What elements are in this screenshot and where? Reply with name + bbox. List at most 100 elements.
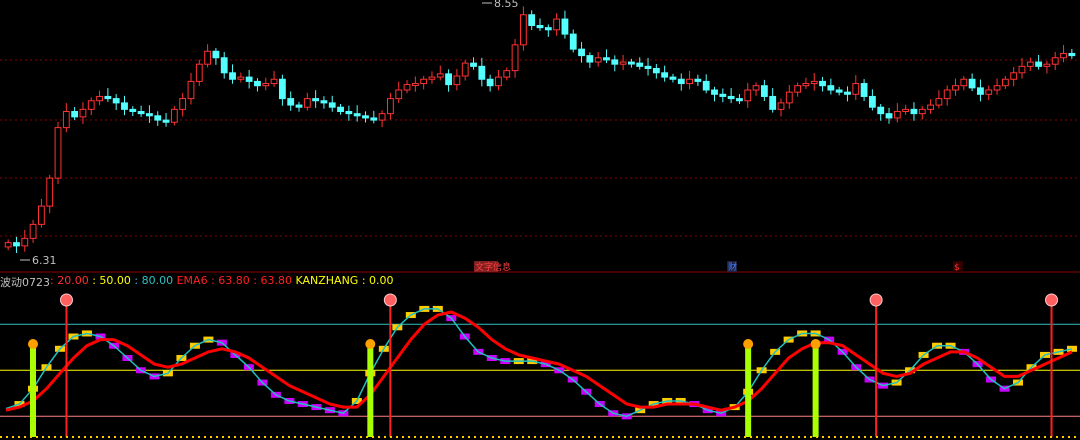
candle-down [254,80,261,87]
candle-down [478,65,486,80]
candle-down [1068,52,1076,57]
candle-down [578,48,585,57]
event-marker-text: $ [954,263,960,273]
candle-up [852,83,860,95]
candle-up [79,108,87,118]
candle-up [902,108,910,112]
candle-up [87,100,95,110]
event-marker[interactable]: 财 [727,261,737,273]
candle-up [46,177,54,207]
candle-down [628,61,635,65]
candle-down [312,98,320,102]
candle-up [810,80,818,85]
candle-down [320,100,328,104]
candle-down [860,83,868,97]
legend-item: : 63.80 [249,274,292,287]
candle-down [611,59,619,65]
candle-down [528,14,536,26]
candle-down [736,98,743,102]
candle-up [619,61,627,65]
event-marker[interactable]: 文字信息 [474,261,511,273]
candle-down [137,111,145,115]
candle-down [328,102,336,108]
ema6-line [5,310,1073,412]
oscillator-lines [5,308,1073,418]
legend-item: : 80.00 [130,274,174,287]
candle-down [146,113,153,117]
candle-down [362,115,369,119]
candle-up [395,89,403,100]
candle-up [1026,61,1034,67]
buy-signal-icon [810,339,821,349]
candle-down [162,119,170,123]
candle-down [694,78,702,82]
indicator-legend: 波动0723 : 20.00 : 50.00 : 80.00 EMA6 : 63… [0,274,394,290]
event-marker-text: 财 [728,261,737,273]
candle-down [569,33,577,50]
candle-up [387,98,394,115]
osc-fast-line [5,308,1073,418]
candle-up [29,223,37,239]
candle-up [195,63,203,82]
candle-up [927,104,934,110]
candles [4,6,1076,253]
candle-down [669,76,677,80]
candle-down [154,115,162,121]
candle-down [661,72,669,78]
candle-up [1010,72,1018,80]
candle-up [1043,63,1051,67]
candle-up [179,98,187,110]
candle-down [278,78,286,100]
candle-down [295,104,303,108]
candle-down [719,93,727,97]
sell-signal-icon [383,293,397,307]
buy-signal-icon [365,339,376,349]
candle-up [96,95,103,102]
candle-up [453,75,461,86]
candle-up [1060,52,1067,59]
candle-up [436,73,444,78]
candle-up [303,98,311,108]
candle-down [727,95,735,100]
candle-up [686,78,693,85]
candle-up [511,44,519,72]
candle-down [586,55,594,63]
candle-down [652,68,660,74]
candle-down [337,106,344,112]
candle-up [785,91,793,104]
candle-down [353,113,361,117]
candle-down [702,80,710,91]
indicator-name: 波动0723 [0,276,50,289]
candle-down [677,78,685,85]
candle-up [918,108,926,115]
candle-down [636,62,644,67]
candle-up [594,57,602,63]
candle-down [220,57,228,74]
low-price-label: 6.31 [32,254,57,267]
sell-signal-icon [869,293,883,307]
candle-up [495,76,502,87]
sell-signal-icon [59,293,73,307]
candle-up [237,76,245,80]
candle-down [711,89,718,95]
candle-up [187,80,195,100]
candle-up [935,98,943,106]
price-labels: 8.55 6.31 [20,0,519,267]
event-markers: 文字信息 财 $ [474,261,963,273]
candle-down [104,95,112,100]
candle-up [752,85,760,91]
candle-up [54,127,62,179]
buy-signal-bar [29,348,36,437]
candle-down [603,57,610,61]
candle-up [170,108,178,123]
event-marker[interactable]: $ [953,261,963,273]
candle-up [1001,78,1009,87]
legend-item: KANZHANG : 0.00 [291,274,394,287]
candle-up [802,83,810,87]
buy-signal-bar [812,348,819,437]
candle-down [536,25,544,29]
candle-down [212,50,220,59]
osc-bar-up [1067,345,1077,352]
buy-signal-bar [367,348,374,437]
candle-up [985,89,993,95]
